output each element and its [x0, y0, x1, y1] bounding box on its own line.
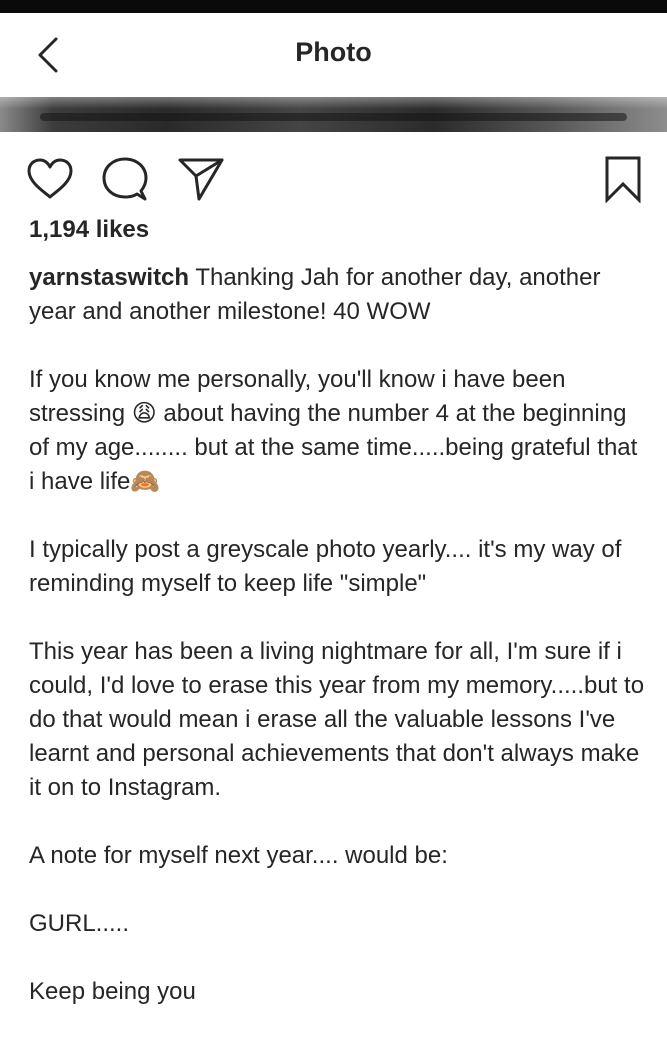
caption-paragraph: If you know me personally, you'll know i…: [29, 366, 638, 495]
bookmark-icon: [605, 156, 641, 203]
heart-outline-icon: [27, 158, 73, 199]
post-caption: yarnstaswitch Thanking Jah for another d…: [29, 261, 649, 1043]
caption-paragraph: I typically post a greyscale photo yearl…: [29, 536, 622, 597]
caption-first-paragraph: yarnstaswitch Thanking Jah for another d…: [29, 261, 649, 329]
paper-plane-icon: [178, 158, 224, 201]
caption-username[interactable]: yarnstaswitch: [29, 264, 189, 291]
post-photo[interactable]: [0, 97, 667, 132]
caption-paragraph: This year has been a living nightmare fo…: [29, 638, 645, 801]
share-button[interactable]: [176, 154, 226, 204]
caption-paragraph: A note for myself next year.... would be…: [29, 842, 448, 869]
status-bar: [0, 0, 667, 13]
caption-paragraph: GURL.....: [29, 910, 130, 937]
caption-paragraph: Keep being you: [29, 978, 196, 1005]
page-title: Photo: [295, 37, 372, 67]
comment-bubble-icon: [102, 157, 148, 201]
comment-button[interactable]: [100, 154, 150, 204]
action-bar: [0, 150, 667, 206]
like-button[interactable]: [25, 154, 75, 204]
header: Photo: [0, 13, 667, 97]
likes-count[interactable]: 1,194 likes: [29, 216, 149, 244]
save-button[interactable]: [598, 154, 648, 204]
